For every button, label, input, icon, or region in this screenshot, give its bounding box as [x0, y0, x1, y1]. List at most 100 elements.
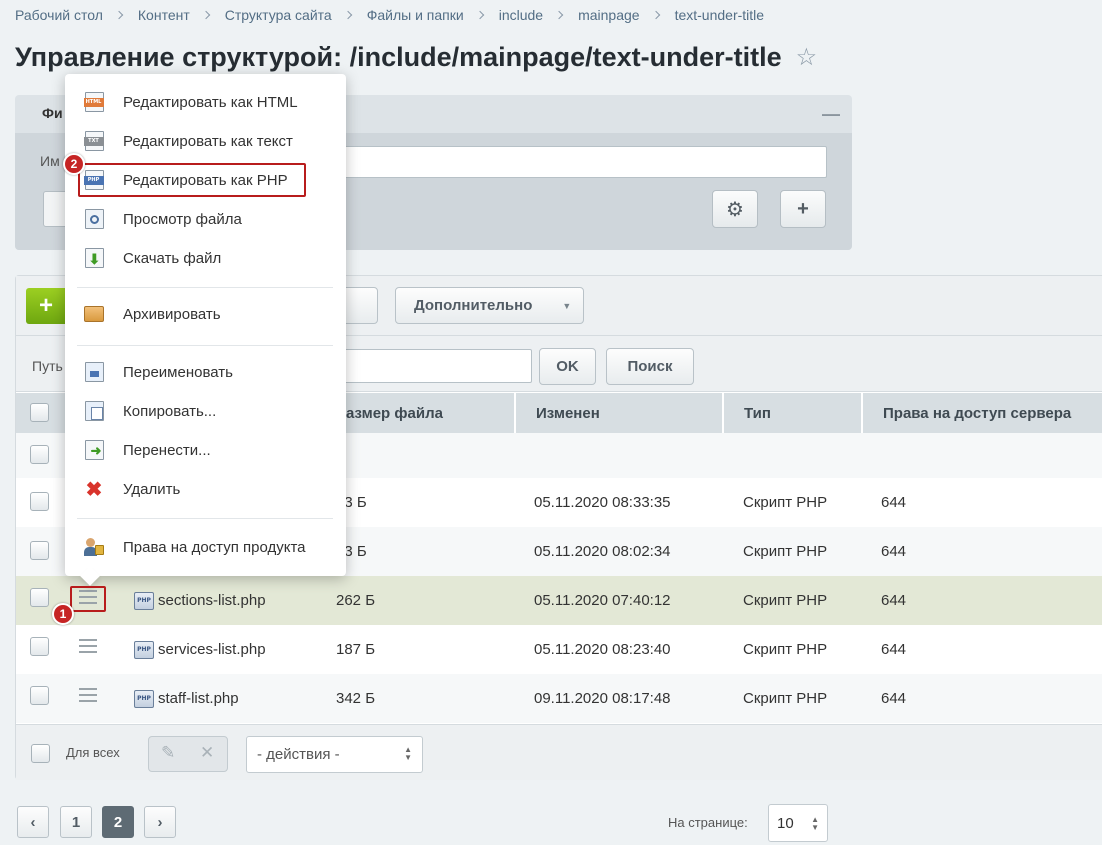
chevron-right-icon: [201, 10, 210, 20]
cell-modified: 05.11.2020 08:02:34: [534, 543, 671, 560]
breadcrumb-item[interactable]: text-under-title: [675, 7, 764, 23]
step-marker-1: 1: [52, 603, 74, 625]
row-checkbox[interactable]: [30, 492, 49, 511]
pencil-icon[interactable]: ✎: [161, 743, 175, 763]
cell-name[interactable]: PHP staff-list.php: [134, 674, 239, 723]
filter-name-input[interactable]: [335, 146, 827, 178]
archive-box-icon: [84, 304, 104, 324]
breadcrumb: Рабочий стол Контент Структура сайта Фай…: [15, 7, 764, 23]
cell-type: Скрипт PHP: [743, 641, 828, 658]
move-icon: ➜: [84, 440, 104, 460]
menu-item-rename[interactable]: Переименовать: [65, 354, 346, 390]
select-all-checkbox[interactable]: [30, 403, 49, 422]
menu-divider: [77, 518, 333, 519]
menu-item-move[interactable]: ➜ Перенести...: [65, 432, 346, 468]
row-checkbox[interactable]: [30, 686, 49, 705]
download-icon: ⬇: [84, 248, 104, 268]
more-button[interactable]: Дополнительно ▼: [395, 287, 584, 324]
page-button-current[interactable]: 2: [102, 806, 134, 838]
menu-item-label: Архивировать: [123, 305, 221, 323]
highlight-edit-php: [78, 163, 306, 197]
magnifier-file-icon: [84, 209, 104, 229]
row-checkbox[interactable]: [30, 445, 49, 464]
path-input[interactable]: [336, 349, 532, 383]
menu-item-label: Скачать файл: [123, 249, 222, 267]
gear-icon: ⚙: [726, 198, 744, 221]
cell-type: Скрипт PHP: [743, 543, 828, 560]
per-page-select[interactable]: 10 ▲ ▼: [768, 804, 828, 842]
filter-settings-button[interactable]: ⚙: [712, 190, 758, 228]
menu-item-view-file[interactable]: Просмотр файла: [65, 201, 346, 237]
row-checkbox[interactable]: [30, 637, 49, 656]
row-checkbox[interactable]: [30, 588, 49, 607]
row-menu-icon[interactable]: [79, 688, 97, 702]
menu-item-label: Переименовать: [123, 363, 233, 381]
search-button[interactable]: Поиск: [606, 348, 694, 385]
star-icon[interactable]: ☆: [796, 43, 818, 72]
for-all-checkbox[interactable]: [31, 744, 50, 763]
next-page-button[interactable]: ›: [144, 806, 176, 838]
chevron-right-icon: [114, 10, 124, 20]
edit-group: ✎ ✕: [148, 736, 228, 772]
html-file-icon: HTML: [83, 92, 104, 112]
filter-add-button[interactable]: +: [780, 190, 826, 228]
breadcrumb-item[interactable]: Контент: [138, 7, 190, 23]
menu-item-archive[interactable]: Архивировать: [65, 296, 346, 332]
menu-item-delete[interactable]: ✖ Удалить: [65, 471, 346, 507]
breadcrumb-item[interactable]: mainpage: [578, 7, 640, 23]
page-title-text: Управление структурой: /include/mainpage…: [15, 42, 782, 72]
row-menu-icon[interactable]: [79, 639, 97, 653]
ok-button[interactable]: OK: [539, 348, 596, 385]
plus-icon: +: [38, 292, 53, 319]
copy-icon: [84, 401, 104, 421]
breadcrumb-item[interactable]: include: [499, 7, 543, 23]
file-name[interactable]: sections-list.php: [158, 592, 266, 609]
file-name[interactable]: services-list.php: [158, 641, 266, 658]
highlight-row-menu: [70, 586, 106, 612]
menu-item-edit-text[interactable]: TXT Редактировать как текст: [65, 123, 346, 159]
delete-x-icon: ✖: [85, 478, 103, 501]
cell-modified: 05.11.2020 07:40:12: [534, 592, 671, 609]
file-name[interactable]: staff-list.php: [158, 690, 239, 707]
breadcrumb-item[interactable]: Файлы и папки: [367, 7, 464, 23]
column-header-rights[interactable]: Права на доступ сервера: [861, 393, 1102, 433]
menu-item-download[interactable]: ⬇ Скачать файл: [65, 240, 346, 276]
path-label: Путь: [32, 358, 63, 374]
row-checkbox[interactable]: [30, 541, 49, 560]
chevron-right-icon: [554, 10, 564, 20]
table-row[interactable]: PHP staff-list.php 342 Б 09.11.2020 08:17…: [16, 674, 1102, 723]
menu-item-label: Редактировать как HTML: [123, 93, 298, 111]
chevron-down-icon: ▼: [562, 300, 572, 311]
rename-icon: [84, 362, 104, 382]
breadcrumb-item[interactable]: Структура сайта: [225, 7, 332, 23]
php-file-icon: PHP: [134, 640, 154, 659]
column-header-type[interactable]: Тип: [722, 393, 861, 433]
menu-item-label: Редактировать как текст: [123, 132, 293, 150]
menu-item-access-rights[interactable]: Права на доступ продукта: [65, 529, 346, 565]
column-header-size[interactable]: азмер файла: [326, 393, 514, 433]
cell-modified: 05.11.2020 08:33:35: [534, 494, 671, 511]
cell-name[interactable]: PHP services-list.php: [134, 625, 266, 674]
more-button-label: Дополнительно: [414, 297, 533, 314]
actions-select[interactable]: - действия - ▲ ▼: [246, 736, 423, 773]
context-menu: HTML Редактировать как HTML TXT Редактир…: [65, 74, 346, 576]
menu-item-copy[interactable]: Копировать...: [65, 393, 346, 429]
prev-page-button[interactable]: ‹: [17, 806, 49, 838]
collapse-icon[interactable]: —: [822, 104, 840, 125]
close-icon[interactable]: ✕: [200, 743, 214, 763]
php-file-icon: PHP: [134, 591, 154, 610]
step-marker-2: 2: [63, 153, 85, 175]
page-button[interactable]: 1: [60, 806, 92, 838]
column-header-modified[interactable]: Изменен: [514, 393, 722, 433]
for-all-label: Для всех: [66, 745, 120, 760]
table-row[interactable]: PHP sections-list.php 262 Б 05.11.2020 07…: [16, 576, 1102, 625]
add-button[interactable]: +: [26, 288, 66, 324]
breadcrumb-item[interactable]: Рабочий стол: [15, 7, 103, 23]
cell-type: Скрипт PHP: [743, 690, 828, 707]
table-row[interactable]: PHP services-list.php 187 Б 05.11.2020 08…: [16, 625, 1102, 674]
menu-item-edit-html[interactable]: HTML Редактировать как HTML: [65, 84, 346, 120]
cell-name[interactable]: PHP sections-list.php: [134, 576, 266, 625]
chevron-right-icon: [475, 10, 484, 20]
cell-rights: 644: [881, 690, 907, 707]
txt-tag: TXT: [83, 137, 104, 146]
